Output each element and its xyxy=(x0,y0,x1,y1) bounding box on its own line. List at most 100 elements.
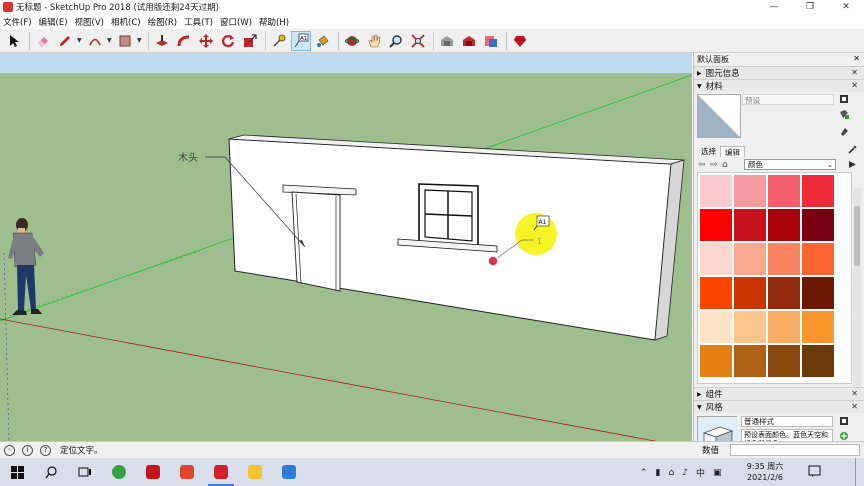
notifications-button[interactable] xyxy=(808,465,821,481)
extension-warehouse-button[interactable] xyxy=(459,31,479,51)
pencil-dropdown-caret[interactable]: ▼ xyxy=(77,37,83,44)
color-swatch[interactable] xyxy=(700,243,732,275)
color-swatch[interactable] xyxy=(802,175,834,207)
show-hidden-icons-icon[interactable]: ⌃ xyxy=(640,468,648,478)
menu-help[interactable]: 帮助(H) xyxy=(259,16,289,28)
color-swatch[interactable] xyxy=(700,311,732,343)
pencil-tool-button[interactable] xyxy=(55,31,75,51)
color-swatch[interactable] xyxy=(700,175,732,207)
tab-select[interactable]: 选择 xyxy=(697,146,720,157)
ime-indicator[interactable]: 中 xyxy=(696,466,705,479)
maximize-button[interactable]: ❐ xyxy=(792,0,828,14)
paint-bucket-tool-button[interactable] xyxy=(313,31,333,51)
modeling-viewport[interactable]: 木头 1 A1 xyxy=(0,53,692,441)
ruby-console-button[interactable] xyxy=(510,31,530,51)
display-secondary-pane-icon[interactable] xyxy=(839,416,849,426)
color-swatch[interactable] xyxy=(700,277,732,309)
shape-dropdown-caret[interactable]: ▼ xyxy=(137,37,143,44)
menu-tools[interactable]: 工具(T) xyxy=(184,16,213,28)
minimize-button[interactable]: — xyxy=(756,0,792,14)
material-name-field[interactable]: 预设 xyxy=(742,94,834,105)
send-to-layout-button[interactable] xyxy=(481,31,501,51)
color-swatch[interactable] xyxy=(734,311,766,343)
display-secondary-pane-icon[interactable] xyxy=(839,94,849,104)
color-swatch[interactable] xyxy=(700,209,732,241)
components-close-icon[interactable]: ✕ xyxy=(851,389,858,398)
create-material-icon[interactable] xyxy=(839,109,849,119)
menu-view[interactable]: 视图(V) xyxy=(75,16,104,28)
color-swatch[interactable] xyxy=(734,209,766,241)
material-preview-swatch[interactable] xyxy=(697,94,741,138)
color-swatch[interactable] xyxy=(802,209,834,241)
zoom-tool-button[interactable] xyxy=(386,31,406,51)
menu-draw[interactable]: 绘图(R) xyxy=(148,16,178,28)
arc-dropdown-caret[interactable]: ▼ xyxy=(107,37,113,44)
zoom-extents-tool-button[interactable] xyxy=(408,31,428,51)
measurements-input[interactable] xyxy=(730,444,860,456)
taskbar-clock[interactable]: 9:35 周六 2021/2/6 xyxy=(735,461,795,483)
tray-close-icon[interactable]: ✕ xyxy=(853,54,860,63)
styles-section-header[interactable]: ▼ 风格 ✕ xyxy=(694,400,864,413)
taskbar-app-sketchup[interactable] xyxy=(204,458,238,486)
menu-window[interactable]: 窗口(W) xyxy=(220,16,252,28)
pan-tool-button[interactable] xyxy=(364,31,384,51)
entity-info-section-header[interactable]: ▶ 图元信息 ✕ xyxy=(694,66,864,79)
color-swatch[interactable] xyxy=(768,243,800,275)
color-swatch[interactable] xyxy=(802,243,834,275)
components-section-header[interactable]: ▶ 组件 ✕ xyxy=(694,387,864,400)
app-tray-icon[interactable]: ▮ xyxy=(656,468,661,478)
search-button[interactable] xyxy=(34,458,68,486)
taskbar-app-capture[interactable] xyxy=(170,458,204,486)
color-swatch[interactable] xyxy=(768,175,800,207)
taskbar-app-autocad[interactable] xyxy=(136,458,170,486)
swatch-scrollbar-thumb[interactable] xyxy=(854,206,860,266)
tab-edit[interactable]: 编辑 xyxy=(720,146,745,157)
move-tool-button[interactable] xyxy=(196,31,216,51)
select-tool-button[interactable] xyxy=(4,31,24,51)
forward-icon[interactable]: ⇨ xyxy=(710,160,722,170)
styles-close-icon[interactable]: ✕ xyxy=(851,402,858,411)
menu-file[interactable]: 文件(F) xyxy=(3,16,32,28)
entity-info-close-icon[interactable]: ✕ xyxy=(851,68,858,77)
start-button[interactable] xyxy=(0,458,34,486)
wood-label[interactable]: 木头 xyxy=(178,152,198,164)
color-swatch[interactable] xyxy=(734,277,766,309)
color-swatch[interactable] xyxy=(734,243,766,275)
close-button[interactable]: ✕ xyxy=(828,0,864,14)
taskbar-app-browser[interactable] xyxy=(102,458,136,486)
create-style-icon[interactable] xyxy=(839,431,849,441)
security-icon[interactable]: ▣ xyxy=(713,468,722,478)
eraser-tool-button[interactable] xyxy=(33,31,53,51)
materials-close-icon[interactable]: ✕ xyxy=(851,81,858,90)
warehouse-button[interactable] xyxy=(437,31,457,51)
color-swatch[interactable] xyxy=(700,345,732,377)
taskbar-app-wps[interactable] xyxy=(272,458,306,486)
follow-me-tool-button[interactable] xyxy=(174,31,194,51)
show-desktop-button[interactable] xyxy=(855,458,859,486)
push-pull-tool-button[interactable] xyxy=(152,31,172,51)
material-library-select[interactable]: 颜色 ⌄ xyxy=(744,159,836,170)
color-swatch[interactable] xyxy=(768,345,800,377)
text-tool-button[interactable]: A1 xyxy=(291,30,311,51)
scale-tool-button[interactable] xyxy=(240,31,260,51)
info-icon[interactable]: i xyxy=(22,444,33,456)
orbit-tool-button[interactable] xyxy=(342,31,362,51)
color-swatch[interactable] xyxy=(734,345,766,377)
tape-measure-tool-button[interactable] xyxy=(269,31,289,51)
taskbar-app-explorer[interactable] xyxy=(238,458,272,486)
style-name-field[interactable]: 普通样式 xyxy=(741,416,833,427)
color-swatch[interactable] xyxy=(768,277,800,309)
color-swatch[interactable] xyxy=(802,345,834,377)
details-arrow-icon[interactable] xyxy=(847,159,858,170)
scene[interactable]: 木头 1 A1 xyxy=(0,53,692,441)
eyedropper-icon[interactable] xyxy=(847,144,858,155)
rectangle-tool-button[interactable] xyxy=(115,31,135,51)
task-view-button[interactable] xyxy=(68,458,102,486)
rotate-tool-button[interactable] xyxy=(218,31,238,51)
sample-paint-icon[interactable] xyxy=(839,126,849,136)
color-swatch[interactable] xyxy=(802,277,834,309)
color-swatch[interactable] xyxy=(734,175,766,207)
swatch-scrollbar[interactable] xyxy=(853,188,861,404)
menu-edit[interactable]: 编辑(E) xyxy=(39,16,68,28)
back-icon[interactable]: ⇦ xyxy=(698,160,710,170)
